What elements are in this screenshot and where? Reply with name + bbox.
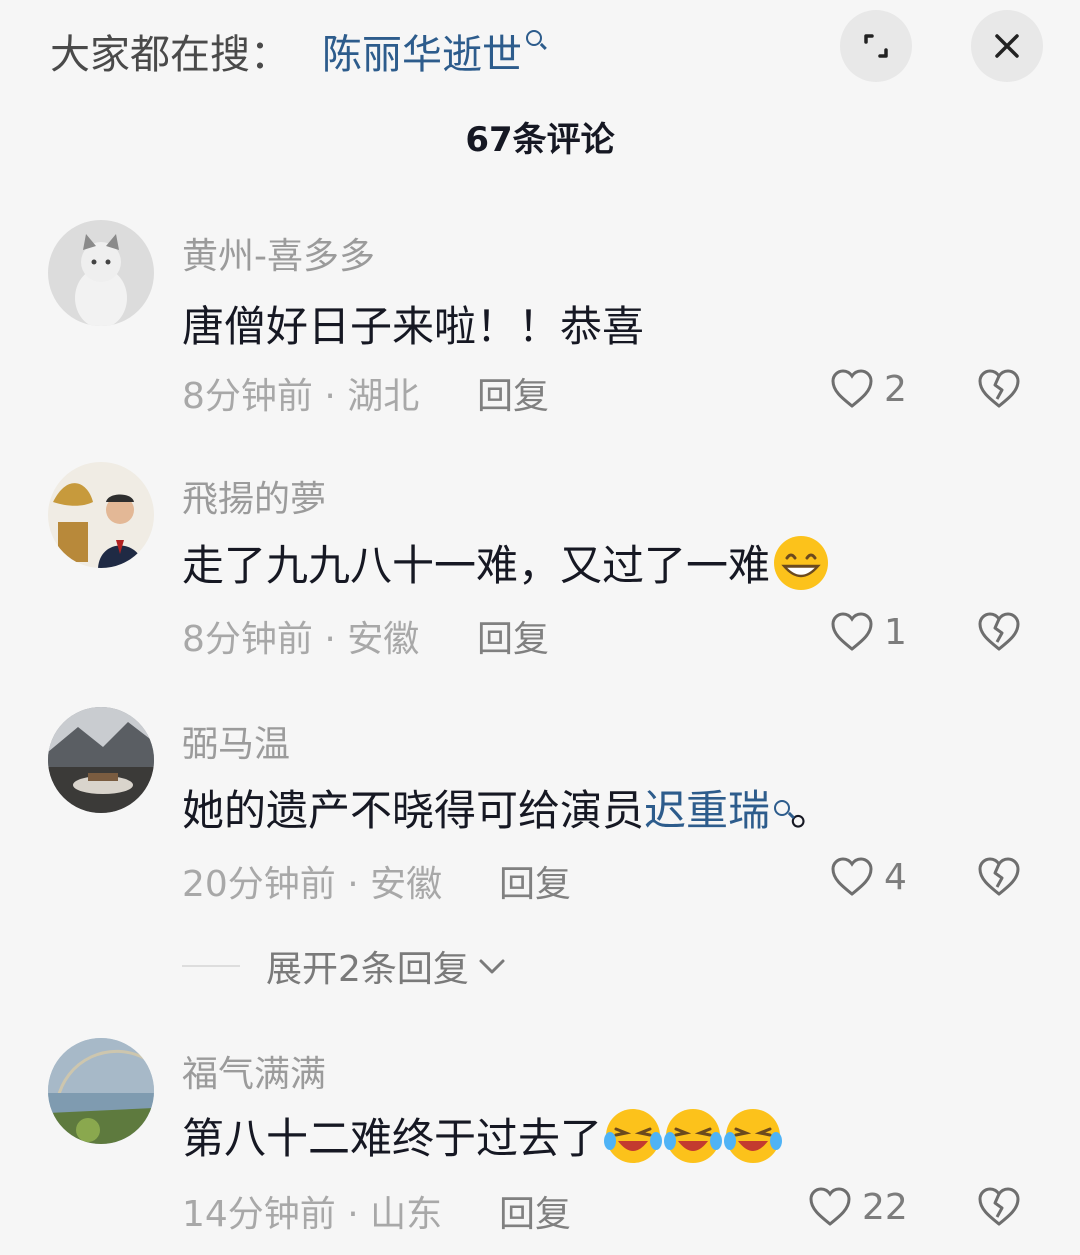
meta-separator: · [312, 619, 348, 660]
comment-time: 8分钟前 [182, 619, 313, 660]
broken-heart-icon [978, 369, 1020, 408]
comment-text: 唐僧好日子来啦！！恭喜 [182, 293, 644, 354]
trending-search-text[interactable]: 陈丽华逝世 [322, 32, 522, 78]
avatar[interactable] [48, 707, 154, 813]
reply-button[interactable]: 回复 [477, 367, 549, 419]
comment-username[interactable]: 福气满满 [182, 1045, 326, 1097]
comment-meta: 8分钟前 · 湖北 [182, 367, 419, 419]
comment-suffix: 。 [790, 786, 833, 835]
dislike-button[interactable] [975, 365, 1023, 413]
reply-button[interactable]: 回复 [499, 855, 571, 907]
comment-username[interactable]: 飛揚的夢 [182, 470, 326, 522]
search-icon [526, 30, 542, 46]
comment-meta: 14分钟前 · 山东 [182, 1185, 442, 1237]
like-count: 22 [862, 1186, 908, 1228]
expand-replies-text[interactable]: 展开2条回复 [266, 940, 469, 992]
comment-body: 唐僧好日子来啦！！恭喜 [182, 302, 645, 351]
dislike-button[interactable] [975, 853, 1023, 901]
search-icon [774, 799, 791, 816]
close-button[interactable] [971, 10, 1043, 82]
comment-time: 14分钟前 [182, 1194, 336, 1235]
comment-location: 安徽 [347, 619, 420, 660]
comment-location: 安徽 [370, 864, 443, 905]
comment-time: 20分钟前 [182, 864, 336, 905]
like-count: 1 [884, 611, 907, 653]
like-button[interactable]: 22 [806, 1183, 908, 1231]
broken-heart-icon [978, 1187, 1020, 1226]
heart-outline-icon [809, 1187, 851, 1226]
like-count: 2 [884, 368, 907, 410]
dislike-button[interactable] [975, 608, 1023, 656]
comment-location: 山东 [370, 1194, 443, 1235]
like-count: 4 [884, 856, 907, 898]
comment-count-title: 67条评论 [465, 120, 615, 160]
broken-heart-icon [978, 612, 1020, 651]
comment-body: 她的遗产不晓得可给演员 [182, 786, 645, 835]
comment-body: 第八十二难终于过去了 [182, 1114, 603, 1163]
comment-text: 她的遗产不晓得可给演员 迟重瑞 。 [182, 777, 832, 838]
heart-outline-icon [831, 857, 873, 896]
trending-search-term[interactable]: 陈丽华逝世 [322, 22, 542, 80]
close-icon [995, 34, 1019, 58]
heart-outline-icon [831, 369, 873, 408]
comment-text: 走了九九八十一难，又过了一难 [182, 532, 830, 593]
comment-item: 福气满满 第八十二难终于过去了 14分钟前 · 山东 回复 22 [0, 1025, 1080, 1255]
trending-search-label: 大家都在搜： [50, 32, 290, 78]
comment-location: 湖北 [347, 376, 420, 417]
chevron-down-icon [479, 959, 505, 974]
comment-meta: 20分钟前 · 安徽 [182, 855, 442, 907]
comment-time: 8分钟前 [182, 376, 313, 417]
mention-link-text[interactable]: 迟重瑞 [644, 777, 770, 838]
comment-meta: 8分钟前 · 安徽 [182, 610, 419, 662]
avatar[interactable] [48, 1038, 154, 1144]
comment-item: 弼马温 她的遗产不晓得可给演员 迟重瑞 。 20分钟前 · 安徽 回复 4 [0, 695, 1080, 925]
dislike-button[interactable] [975, 1183, 1023, 1231]
avatar[interactable] [48, 462, 154, 568]
like-button[interactable]: 4 [828, 853, 907, 901]
expand-icon [864, 34, 888, 58]
comment-username[interactable]: 黄州-喜多多 [182, 227, 375, 279]
comment-item: 黄州-喜多多 唐僧好日子来啦！！恭喜 8分钟前 · 湖北 回复 2 [0, 205, 1080, 435]
expand-button[interactable] [840, 10, 912, 82]
reply-button[interactable]: 回复 [499, 1185, 571, 1237]
broken-heart-icon [978, 857, 1020, 896]
top-search-bar: 大家都在搜： 陈丽华逝世 [0, 0, 1080, 96]
laugh-cry-emoji [604, 1108, 663, 1163]
comment-username[interactable]: 弼马温 [182, 715, 290, 767]
like-button[interactable]: 2 [828, 365, 907, 413]
heart-outline-icon [831, 612, 873, 651]
comment-item: 飛揚的夢 走了九九八十一难，又过了一难 8分钟前 · 安徽 回复 1 [0, 450, 1080, 680]
like-button[interactable]: 1 [828, 608, 907, 656]
laugh-cry-emoji [724, 1108, 783, 1163]
laugh-cry-emoji [664, 1108, 723, 1163]
meta-separator: · [335, 1194, 371, 1235]
comment-body: 走了九九八十一难，又过了一难 [182, 541, 771, 590]
reply-button[interactable]: 回复 [477, 610, 549, 662]
meta-separator: · [312, 376, 348, 417]
comment-text: 第八十二难终于过去了 [182, 1105, 783, 1166]
grin-emoji [774, 535, 829, 590]
avatar[interactable] [48, 220, 154, 326]
meta-separator: · [335, 864, 371, 905]
divider [182, 965, 240, 967]
expand-replies-button[interactable]: 展开2条回复 [182, 940, 509, 992]
mention-link[interactable]: 迟重瑞 [644, 777, 791, 838]
